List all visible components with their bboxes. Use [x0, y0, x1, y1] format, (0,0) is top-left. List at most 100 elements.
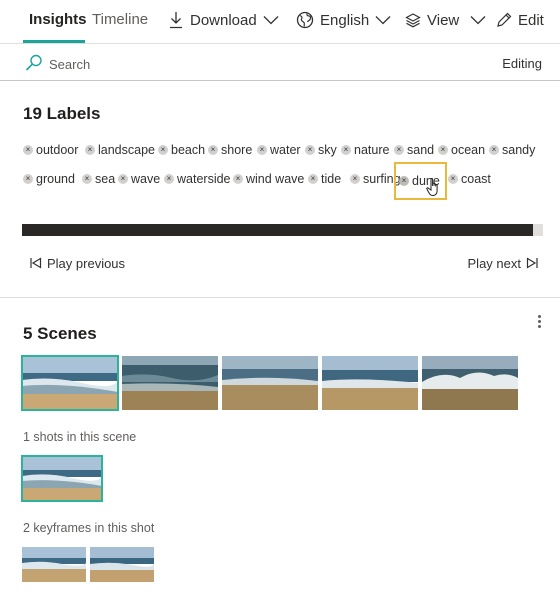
label-chip[interactable]: × sandy [489, 140, 535, 160]
label-chip[interactable]: × shore [208, 140, 252, 160]
active-tab-indicator [23, 40, 85, 43]
remove-label-icon[interactable]: × [308, 174, 318, 184]
download-label: Download [190, 11, 257, 29]
label-text: ocean [451, 143, 486, 157]
label-text: wind wave [246, 172, 305, 186]
label-text: outdoor [36, 143, 79, 157]
labels-progress-fill [22, 224, 533, 236]
label-chip[interactable]: × ocean [438, 140, 485, 160]
label-chip[interactable]: × tide [308, 169, 341, 189]
labels-progress-bar[interactable] [22, 224, 543, 236]
label-text: sea [95, 172, 116, 186]
remove-label-icon[interactable]: × [489, 145, 499, 155]
top-toolbar: Insights Timeline Download English View [0, 0, 560, 44]
label-text: shore [221, 143, 253, 157]
label-text: ground [36, 172, 75, 186]
play-next-label: Play next [467, 255, 521, 271]
beach-thumbnail-image [22, 356, 118, 410]
language-dropdown[interactable]: English [296, 9, 391, 31]
label-chip[interactable]: × coast [448, 169, 491, 189]
search-input[interactable] [49, 54, 349, 74]
beach-thumbnail-image [322, 356, 418, 410]
scene-thumbnail[interactable] [21, 355, 119, 411]
keyframe-thumbnail[interactable] [22, 547, 86, 582]
remove-label-icon[interactable]: × [23, 145, 33, 155]
label-text: wave [131, 172, 161, 186]
download-icon [170, 12, 182, 29]
tab-insights[interactable]: Insights [29, 11, 87, 29]
globe-icon [296, 11, 314, 29]
remove-label-icon[interactable]: × [82, 174, 92, 184]
tab-timeline[interactable]: Timeline [92, 11, 148, 29]
remove-label-icon[interactable]: × [233, 174, 243, 184]
skip-next-icon [526, 257, 538, 269]
shots-caption: 1 shots in this scene [23, 430, 137, 444]
shot-thumbnail[interactable] [21, 455, 103, 502]
remove-label-icon[interactable]: × [208, 145, 218, 155]
remove-label-icon[interactable]: × [23, 174, 33, 184]
edit-button[interactable]: Edit [496, 9, 550, 31]
remove-label-icon[interactable]: × [118, 174, 128, 184]
label-chip[interactable]: × surfing [350, 169, 401, 189]
beach-thumbnail-image [90, 547, 154, 582]
hand-cursor-icon [426, 177, 438, 197]
chevron-down-icon [375, 16, 391, 25]
label-chip[interactable]: × water [257, 140, 301, 160]
label-chip[interactable]: × landscape [85, 140, 155, 160]
label-chip[interactable]: × sea [82, 169, 115, 189]
labels-row: × outdoor × landscape × beach × shore × water… [23, 140, 543, 169]
remove-label-icon[interactable]: × [438, 145, 448, 155]
label-chip[interactable]: × sky [305, 140, 337, 160]
remove-label-icon[interactable]: × [257, 145, 267, 155]
pencil-icon [497, 12, 512, 27]
label-text: coast [461, 172, 491, 186]
search-bar: Editing [0, 45, 560, 81]
remove-label-icon[interactable]: × [448, 174, 458, 184]
play-previous-button[interactable]: Play previous [29, 254, 125, 272]
chevron-down-icon [470, 16, 486, 25]
label-chip[interactable]: × nature [341, 140, 389, 160]
more-vertical-icon[interactable] [534, 313, 544, 331]
label-chip[interactable]: × outdoor [23, 140, 78, 160]
play-previous-label: Play previous [47, 255, 126, 271]
remove-label-icon[interactable]: × [399, 176, 409, 186]
label-text: tide [321, 172, 342, 186]
scene-thumbnail[interactable] [322, 356, 418, 410]
label-text: sand [407, 143, 435, 157]
edit-label: Edit [518, 11, 544, 29]
scene-thumbnail[interactable] [222, 356, 318, 410]
editing-mode-label[interactable]: Editing [502, 56, 542, 71]
label-chip[interactable]: × wind wave [233, 169, 304, 189]
wave-thumbnail-image [122, 356, 218, 410]
crashing-wave-thumbnail-image [422, 356, 518, 410]
label-chip[interactable]: × beach [158, 140, 205, 160]
section-divider [0, 297, 560, 298]
labels-row: × ground × sea × wave × waterside × wind wave… [23, 162, 543, 200]
remove-label-icon[interactable]: × [394, 145, 404, 155]
remove-label-icon[interactable]: × [164, 174, 174, 184]
label-text: beach [171, 143, 206, 157]
view-dropdown[interactable]: View [405, 9, 486, 31]
remove-label-icon[interactable]: × [158, 145, 168, 155]
label-chip[interactable]: × waterside [164, 169, 231, 189]
label-chip[interactable]: × wave [118, 169, 160, 189]
remove-label-icon[interactable]: × [85, 145, 95, 155]
label-text: landscape [98, 143, 155, 157]
labels-list: × outdoor × landscape × beach × shore × water… [23, 140, 543, 200]
scene-thumbnail[interactable] [422, 356, 518, 410]
layers-icon [405, 13, 421, 28]
beach-thumbnail-image [22, 456, 102, 501]
download-button[interactable]: Download [168, 9, 279, 31]
keyframes-caption: 2 keyframes in this shot [23, 521, 155, 535]
shore-thumbnail-image [222, 356, 318, 410]
remove-label-icon[interactable]: × [350, 174, 360, 184]
play-next-button[interactable]: Play next [468, 254, 539, 272]
label-chip[interactable]: × ground [23, 169, 75, 189]
remove-label-icon[interactable]: × [341, 145, 351, 155]
scene-thumbnail[interactable] [122, 356, 218, 410]
search-icon [25, 54, 42, 71]
remove-label-icon[interactable]: × [305, 145, 315, 155]
keyframe-thumbnail[interactable] [90, 547, 154, 582]
label-chip[interactable]: × sand [394, 140, 434, 160]
label-text: nature [354, 143, 390, 157]
